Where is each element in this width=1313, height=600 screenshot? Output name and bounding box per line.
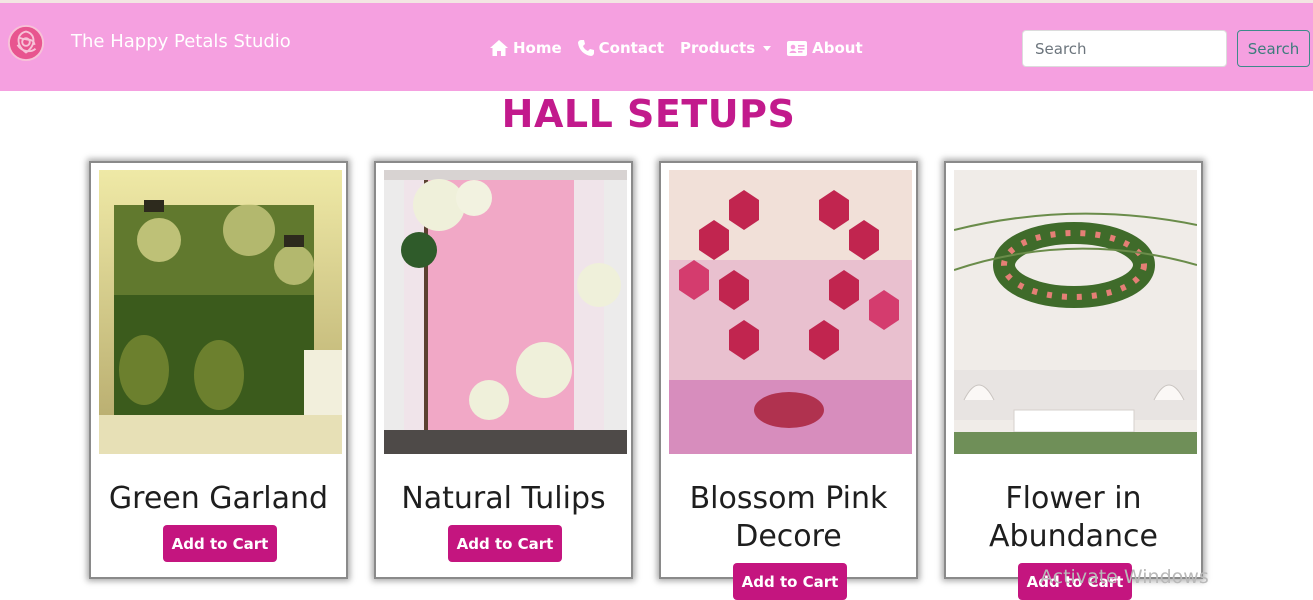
- nav-home[interactable]: Home: [490, 39, 562, 57]
- add-to-cart-button[interactable]: Add to Cart: [733, 563, 847, 600]
- nav-contact[interactable]: Contact: [577, 39, 665, 57]
- product-name: Blossom Pink Decore: [689, 481, 888, 554]
- nav-products-label: Products: [680, 39, 756, 57]
- navbar: The Happy Petals Studio Home Contact Pro…: [0, 3, 1313, 91]
- add-to-cart-button[interactable]: Add to Cart: [448, 525, 562, 562]
- product-image[interactable]: [954, 170, 1197, 454]
- rose-logo-icon[interactable]: [7, 24, 45, 62]
- home-icon: [490, 40, 508, 56]
- activate-windows-watermark: Activate Windows: [1040, 566, 1209, 588]
- nav-about-label: About: [812, 39, 863, 57]
- phone-icon: [577, 40, 594, 56]
- chevron-down-icon: [763, 45, 772, 51]
- search-input[interactable]: [1022, 30, 1227, 67]
- product-name: Green Garland: [108, 481, 329, 516]
- search-button[interactable]: Search: [1237, 30, 1310, 67]
- product-image[interactable]: [384, 170, 627, 454]
- product-card: Natural Tulips Add to Cart: [374, 161, 633, 579]
- product-name: Natural Tulips: [401, 481, 606, 516]
- brand-name[interactable]: The Happy Petals Studio: [71, 31, 291, 52]
- product-card: Flower in Abundance Add to Cart: [944, 161, 1203, 600]
- product-card: Blossom Pink Decore Add to Cart: [659, 161, 918, 600]
- main-nav: Home Contact Products About: [490, 39, 879, 57]
- nav-home-label: Home: [513, 39, 562, 57]
- product-image[interactable]: [669, 170, 912, 454]
- product-card: Green Garland Add to Cart: [89, 161, 348, 579]
- product-name: Flower in Abundance: [989, 481, 1158, 554]
- nav-products-dropdown[interactable]: Products: [680, 39, 772, 57]
- page-title: HALL SETUPS: [501, 92, 796, 136]
- id-card-icon: [787, 40, 808, 56]
- add-to-cart-button[interactable]: Add to Cart: [163, 525, 277, 562]
- product-image[interactable]: [99, 170, 342, 454]
- nav-contact-label: Contact: [598, 39, 665, 57]
- nav-about[interactable]: About: [787, 39, 863, 57]
